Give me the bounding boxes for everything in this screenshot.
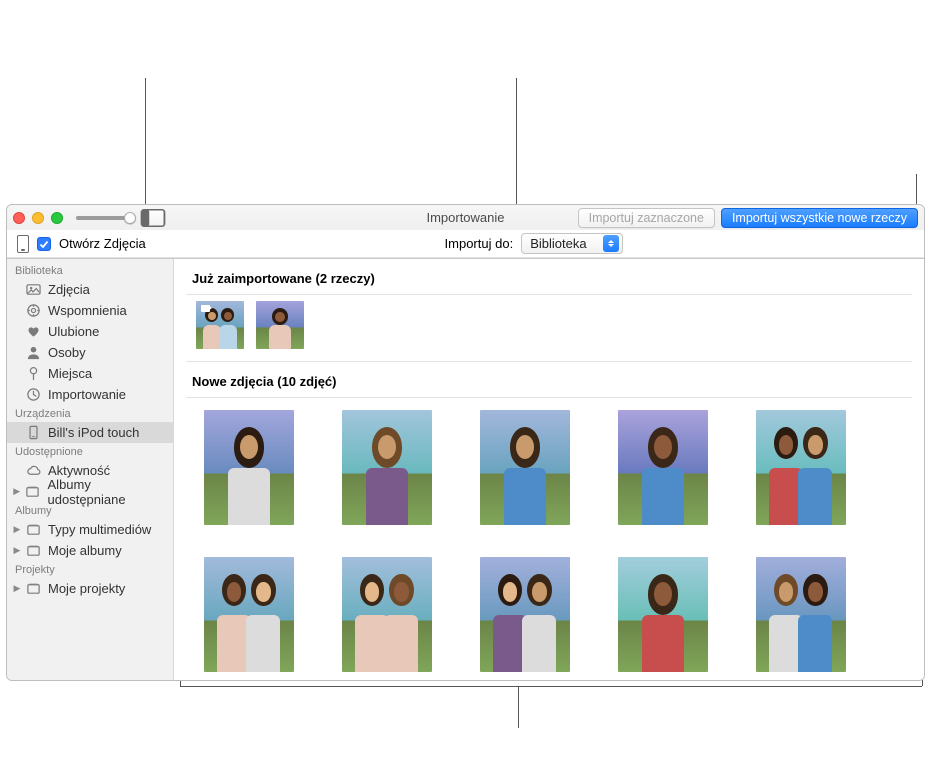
new-photo-thumbnail[interactable] bbox=[342, 410, 432, 525]
sidebar-item-label: Osoby bbox=[48, 345, 86, 360]
sidebar-item-media-types[interactable]: ▶ Typy multimediów bbox=[7, 519, 173, 540]
view-toggle-button[interactable] bbox=[140, 209, 166, 227]
sidebar-item-label: Miejsca bbox=[48, 366, 92, 381]
already-imported-title: Już zaimportowane (2 rzeczy) bbox=[186, 259, 912, 294]
disclosure-triangle-icon[interactable]: ▶ bbox=[13, 524, 21, 535]
disclosure-triangle-icon[interactable]: ▶ bbox=[13, 545, 21, 556]
sidebar-item-import[interactable]: Importowanie bbox=[7, 384, 173, 405]
sidebar-item-label: Typy multimediów bbox=[48, 522, 151, 537]
sidebar-item-label: Moje albumy bbox=[48, 543, 122, 558]
content-area: Już zaimportowane (2 rzeczy) Nowe zdjęci… bbox=[174, 259, 924, 681]
sidebar-item-memories[interactable]: Wspomnienia bbox=[7, 300, 173, 321]
sidebar-item-label: Ulubione bbox=[48, 324, 99, 339]
new-photos-title: Nowe zdjęcia (10 zdjęć) bbox=[186, 362, 912, 397]
sidebar-item-label: Bill's iPod touch bbox=[48, 425, 139, 440]
memories-icon bbox=[25, 303, 41, 319]
album-icon bbox=[25, 543, 41, 559]
new-photo-thumbnail[interactable] bbox=[480, 557, 570, 672]
sidebar-item-label: Albumy udostępniane bbox=[48, 477, 165, 507]
sidebar-item-favorites[interactable]: Ulubione bbox=[7, 321, 173, 342]
callout-line bbox=[916, 174, 917, 206]
video-badge-icon bbox=[198, 303, 212, 313]
zoom-slider[interactable] bbox=[76, 216, 134, 220]
callout-line bbox=[180, 686, 922, 687]
cloud-icon bbox=[25, 463, 41, 479]
minimize-button[interactable] bbox=[32, 212, 44, 224]
popup-arrows-icon bbox=[603, 235, 619, 252]
new-photo-thumbnail[interactable] bbox=[204, 557, 294, 672]
open-photos-label: Otwórz Zdjęcia bbox=[59, 236, 146, 251]
sidebar-item-shared-albums[interactable]: ▶Albumy udostępniane bbox=[7, 481, 173, 502]
new-photo-thumbnail[interactable] bbox=[756, 557, 846, 672]
new-photos-grid bbox=[186, 398, 912, 681]
import-selected-button[interactable]: Importuj zaznaczone bbox=[578, 208, 715, 228]
disclosure-triangle-icon[interactable]: ▶ bbox=[13, 486, 21, 497]
sidebar-header: Urządzenia bbox=[7, 405, 173, 422]
sidebar-item-my-albums[interactable]: ▶ Moje albumy bbox=[7, 540, 173, 561]
device-icon bbox=[25, 425, 41, 441]
window-controls bbox=[13, 212, 63, 224]
sidebar-header: Biblioteka bbox=[7, 262, 173, 279]
heart-icon bbox=[25, 324, 41, 340]
new-photo-thumbnail[interactable] bbox=[756, 410, 846, 525]
sidebar-item-places[interactable]: Miejsca bbox=[7, 363, 173, 384]
import-all-button[interactable]: Importuj wszystkie nowe rzeczy bbox=[721, 208, 918, 228]
new-photo-thumbnail[interactable] bbox=[480, 410, 570, 525]
sidebar-item-label: Wspomnienia bbox=[48, 303, 127, 318]
person-icon bbox=[25, 345, 41, 361]
new-photo-thumbnail[interactable] bbox=[618, 557, 708, 672]
sidebar-item-photos[interactable]: Zdjęcia bbox=[7, 279, 173, 300]
imported-thumbnail[interactable] bbox=[196, 301, 244, 349]
new-photo-thumbnail[interactable] bbox=[618, 410, 708, 525]
sidebar-item-label: Moje projekty bbox=[48, 581, 125, 596]
new-photo-thumbnail[interactable] bbox=[342, 557, 432, 672]
callout-line bbox=[516, 78, 517, 212]
sidebar: Biblioteka Zdjęcia Wspomnienia Ulubione Osob… bbox=[7, 259, 174, 681]
photos-icon bbox=[25, 282, 41, 298]
fullscreen-button[interactable] bbox=[51, 212, 63, 224]
import-subbar: Otwórz Zdjęcia Importuj do: Biblioteka bbox=[7, 230, 924, 258]
album-icon bbox=[25, 581, 41, 597]
photos-window: Importowanie Importuj zaznaczone Importu… bbox=[6, 204, 925, 681]
open-photos-checkbox[interactable] bbox=[37, 237, 51, 251]
sidebar-item-label: Zdjęcia bbox=[48, 282, 90, 297]
album-icon bbox=[25, 484, 41, 500]
titlebar: Importowanie Importuj zaznaczone Importu… bbox=[7, 205, 924, 259]
sidebar-header: Projekty bbox=[7, 561, 173, 578]
device-icon bbox=[17, 235, 29, 253]
import-to-label: Importuj do: bbox=[445, 236, 514, 251]
close-button[interactable] bbox=[13, 212, 25, 224]
callout-line bbox=[922, 680, 923, 686]
sidebar-item-device-ipod[interactable]: Bill's iPod touch bbox=[7, 422, 173, 443]
album-icon bbox=[25, 522, 41, 538]
import-to-value: Biblioteka bbox=[530, 236, 586, 251]
pin-icon bbox=[25, 366, 41, 382]
disclosure-triangle-icon[interactable]: ▶ bbox=[13, 583, 21, 594]
imported-thumbnail[interactable] bbox=[256, 301, 304, 349]
new-photo-thumbnail[interactable] bbox=[204, 410, 294, 525]
sidebar-header: Udostępnione bbox=[7, 443, 173, 460]
already-imported-row bbox=[186, 295, 912, 361]
import-to-popup[interactable]: Biblioteka bbox=[521, 233, 623, 254]
sidebar-item-my-projects[interactable]: ▶ Moje projekty bbox=[7, 578, 173, 599]
sidebar-item-people[interactable]: Osoby bbox=[7, 342, 173, 363]
sidebar-item-label: Importowanie bbox=[48, 387, 126, 402]
clock-icon bbox=[25, 387, 41, 403]
callout-line bbox=[518, 686, 519, 728]
